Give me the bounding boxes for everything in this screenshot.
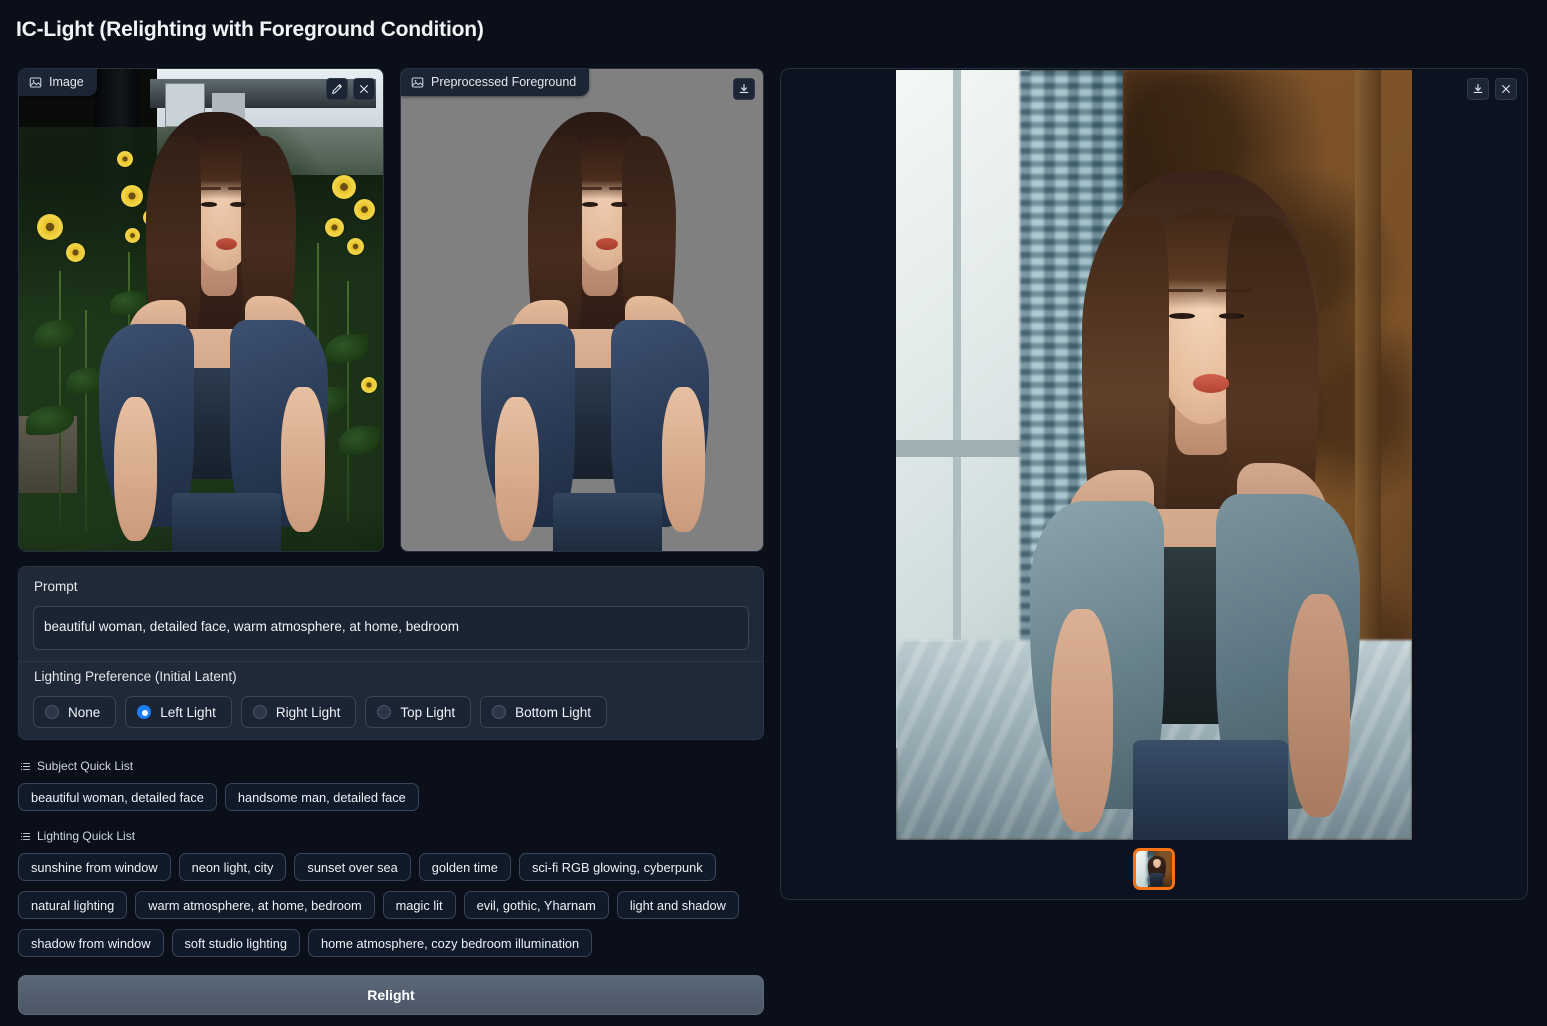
input-image-label-text: Image [49, 75, 84, 89]
preprocessed-foreground-label-text: Preprocessed Foreground [431, 75, 577, 89]
download-icon[interactable] [1467, 78, 1489, 100]
subject-quick-list-label: Subject Quick List [37, 759, 134, 773]
pencil-icon[interactable] [326, 78, 348, 100]
lighting-chip[interactable]: shadow from window [18, 929, 164, 957]
lighting-option-none[interactable]: None [33, 696, 117, 728]
gallery-thumbnail[interactable] [1133, 848, 1175, 890]
lighting-option-label: Bottom Light [515, 704, 591, 720]
lighting-preference-label: Lighting Preference (Initial Latent) [34, 669, 237, 684]
lighting-quick-list-label: Lighting Quick List [37, 829, 136, 843]
lighting-chip[interactable]: warm atmosphere, at home, bedroom [135, 891, 375, 919]
radio-icon [377, 705, 392, 719]
subject-chip[interactable]: handsome man, detailed face [224, 783, 419, 811]
close-icon[interactable] [1495, 78, 1517, 100]
lighting-option-left-light[interactable]: Left Light [125, 696, 232, 728]
radio-icon [492, 705, 507, 719]
lighting-option-right-light[interactable]: Right Light [240, 696, 357, 728]
radio-icon-selected [137, 705, 152, 719]
lighting-chip[interactable]: golden time [418, 853, 511, 881]
preprocessed-foreground-toolbar [733, 78, 755, 100]
preprocessed-foreground-label: Preprocessed Foreground [401, 69, 590, 96]
prompt-input[interactable] [33, 606, 749, 650]
subject-quick-list-header: Subject Quick List [20, 759, 133, 773]
lighting-quick-list-header: Lighting Quick List [20, 829, 135, 843]
lighting-chip[interactable]: sunshine from window [18, 853, 171, 881]
lighting-preference-radio-group: None Left Light Right Light Top Light Bo… [33, 696, 607, 728]
preprocessed-foreground-panel[interactable]: Preprocessed Foreground [400, 68, 764, 552]
output-panel [780, 68, 1528, 900]
radio-icon [252, 705, 267, 719]
image-icon [411, 76, 424, 89]
page-title: IC-Light (Relighting with Foreground Con… [16, 18, 484, 41]
lighting-quick-list-row-1: sunshine from window neon light, city su… [18, 853, 768, 881]
radio-icon [45, 705, 59, 719]
relight-button[interactable]: Relight [18, 975, 764, 1015]
lighting-option-label: None [68, 704, 101, 720]
input-image-toolbar [326, 78, 375, 100]
lighting-option-label: Left Light [160, 704, 216, 720]
panel-divider [19, 661, 763, 662]
output-toolbar [1467, 78, 1517, 100]
preprocessed-foreground-canvas [401, 69, 763, 551]
lighting-option-top-light[interactable]: Top Light [365, 696, 472, 728]
image-icon [29, 76, 42, 89]
lighting-chip[interactable]: soft studio lighting [171, 929, 300, 957]
lighting-chip[interactable]: evil, gothic, Yharnam [463, 891, 609, 919]
prompt-label: Prompt [34, 579, 78, 594]
input-image-label: Image [19, 69, 97, 96]
input-image-panel[interactable]: Image [18, 68, 384, 552]
subject-quick-list-row: beautiful woman, detailed face handsome … [18, 783, 768, 811]
subject-chip[interactable]: beautiful woman, detailed face [18, 783, 217, 811]
list-icon [20, 831, 31, 842]
lighting-chip[interactable]: light and shadow [616, 891, 739, 919]
lighting-quick-list-row-2: natural lighting warm atmosphere, at hom… [18, 891, 768, 919]
input-image-canvas [19, 69, 383, 551]
lighting-chip[interactable]: neon light, city [178, 853, 287, 881]
lighting-option-bottom-light[interactable]: Bottom Light [480, 696, 607, 728]
output-gallery [781, 848, 1527, 890]
list-icon [20, 761, 31, 772]
ic-light-app: IC-Light (Relighting with Foreground Con… [0, 0, 1547, 1026]
download-icon[interactable] [733, 78, 755, 100]
lighting-option-label: Top Light [400, 704, 456, 720]
lighting-chip[interactable]: natural lighting [18, 891, 128, 919]
lighting-chip[interactable]: sunset over sea [294, 853, 411, 881]
lighting-option-label: Right Light [275, 704, 341, 720]
lighting-chip[interactable]: home atmosphere, cozy bedroom illuminati… [307, 929, 593, 957]
prompt-settings-panel: Prompt Lighting Preference (Initial Late… [18, 566, 764, 740]
gallery-thumbnail-image [1136, 851, 1172, 887]
lighting-chip[interactable]: sci-fi RGB glowing, cyberpunk [518, 853, 716, 881]
lighting-quick-list-row-3: shadow from window soft studio lighting … [18, 929, 768, 957]
output-image[interactable] [896, 70, 1412, 840]
lighting-chip[interactable]: magic lit [382, 891, 456, 919]
close-icon[interactable] [353, 78, 375, 100]
